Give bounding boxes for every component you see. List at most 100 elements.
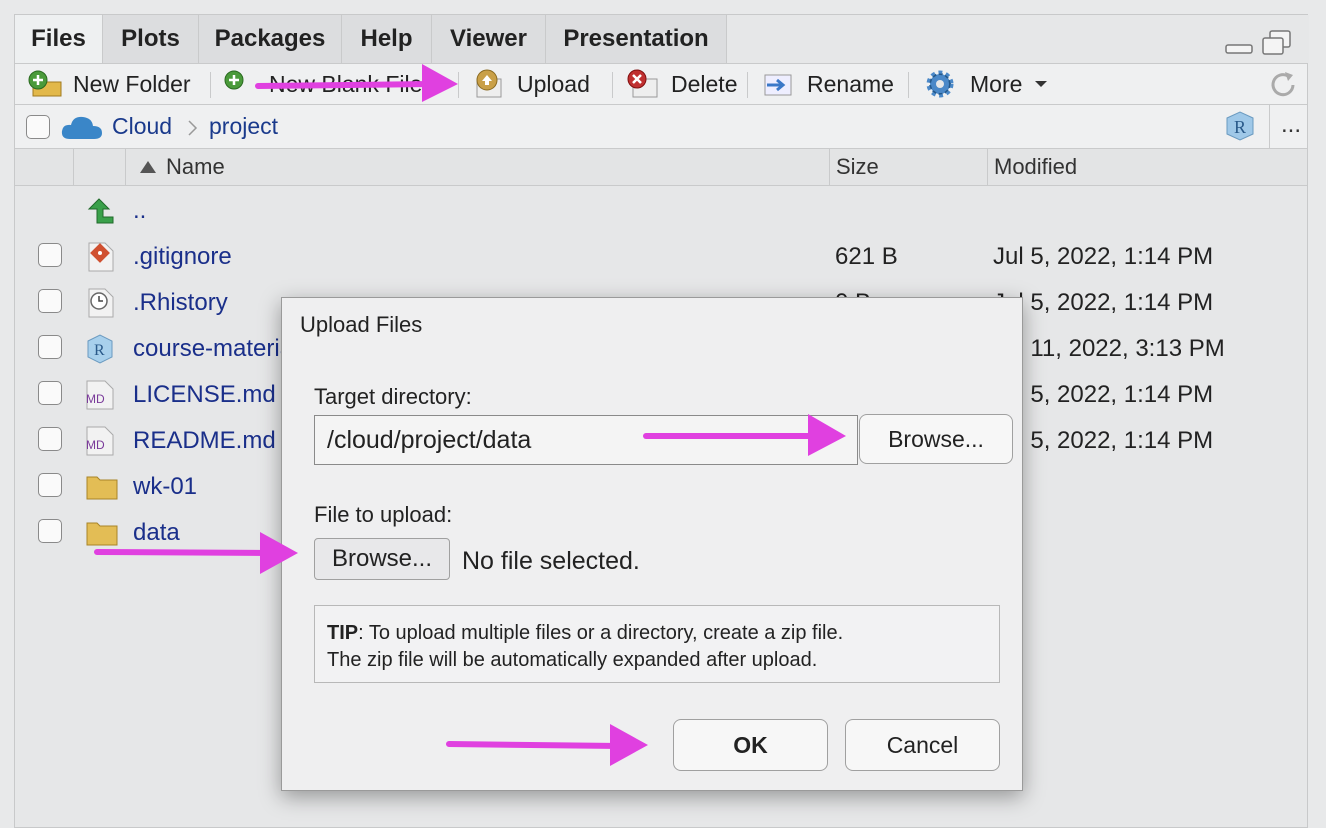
tab-presentation[interactable]: Presentation (546, 15, 727, 63)
tab-bar: Files Plots Packages Help Viewer Present… (15, 15, 1309, 63)
size-column-header[interactable]: Size (829, 149, 987, 185)
file-modified: Jul 11, 2022, 3:13 PM (993, 335, 1225, 362)
row-checkbox[interactable] (38, 243, 62, 267)
file-modified: Jul 5, 2022, 1:14 PM (993, 427, 1214, 454)
new-blank-file-label: New Blank File (269, 70, 423, 97)
minimize-icon[interactable] (1225, 43, 1255, 55)
upload-files-dialog: Upload Files Target directory: /cloud/pr… (281, 297, 1023, 791)
toolbar-separator (747, 72, 748, 98)
delete-button[interactable]: Delete (625, 64, 737, 104)
svg-text:R: R (1234, 117, 1246, 137)
toolbar-separator (458, 72, 459, 98)
icon-column-header (73, 149, 125, 185)
more-label: More (970, 70, 1023, 97)
target-browse-button[interactable]: Browse... (859, 414, 1013, 464)
row-checkbox[interactable] (38, 381, 62, 405)
folder-icon (86, 476, 118, 500)
breadcrumb-project[interactable]: project (209, 113, 278, 140)
select-all-checkbox[interactable] (26, 115, 50, 139)
row-checkbox[interactable] (38, 519, 62, 543)
breadcrumb-cloud[interactable]: Cloud (112, 113, 172, 140)
modified-column-header[interactable]: Modified (987, 149, 1309, 185)
file-list-header: Name Size Modified (15, 149, 1307, 186)
tab-help[interactable]: Help (342, 15, 432, 63)
tab-viewer[interactable]: Viewer (432, 15, 546, 63)
tip-text: : To upload multiple files or a director… (358, 622, 844, 644)
breadcrumb: Cloud project R ... (15, 105, 1307, 149)
list-item[interactable]: .. (15, 189, 1307, 235)
rename-icon (764, 74, 792, 96)
toolbar-separator (612, 72, 613, 98)
tab-plots[interactable]: Plots (103, 15, 199, 63)
rproject-icon[interactable]: R (1223, 110, 1257, 142)
svg-text:R: R (94, 342, 105, 359)
delete-label: Delete (671, 70, 738, 97)
rename-label: Rename (807, 70, 894, 97)
file-name[interactable]: LICENSE.md (133, 381, 276, 409)
toolbar-separator (210, 72, 211, 98)
row-checkbox[interactable] (38, 335, 62, 359)
tip-box: TIP: To upload multiple files or a direc… (314, 605, 1000, 683)
file-name[interactable]: .gitignore (133, 243, 232, 271)
breadcrumb-overflow[interactable]: ... (1281, 111, 1301, 139)
svg-text:MD: MD (86, 438, 105, 452)
file-name[interactable]: .Rhistory (133, 289, 228, 317)
new-folder-label: New Folder (73, 70, 191, 97)
delete-icon (627, 69, 658, 98)
file-size: 621 B (835, 243, 898, 270)
tab-packages[interactable]: Packages (199, 15, 342, 63)
dialog-title: Upload Files (300, 312, 423, 337)
cloud-icon (61, 116, 102, 139)
upload-label: Upload (517, 70, 590, 97)
upload-button[interactable]: Upload (473, 64, 590, 104)
folder-icon (86, 522, 118, 546)
rproj-file-icon: R (87, 334, 113, 364)
more-button[interactable]: More (924, 64, 1060, 104)
up-arrow-icon (87, 198, 114, 224)
ok-button[interactable]: OK (673, 719, 828, 771)
chevron-down-icon (1035, 81, 1048, 87)
markdown-file-icon: MD (86, 380, 114, 410)
row-checkbox[interactable] (38, 289, 62, 313)
file-modified: Jul 5, 2022, 1:14 PM (993, 243, 1214, 270)
cancel-button[interactable]: Cancel (845, 719, 1000, 771)
files-toolbar: New Folder New Blank File Upload Delete … (15, 63, 1307, 105)
tip-text-2: The zip file will be automatically expan… (327, 649, 818, 671)
file-to-upload-label: File to upload: (314, 502, 453, 527)
target-directory-value: /cloud/project/data (327, 426, 532, 454)
tab-files[interactable]: Files (15, 15, 103, 63)
chevron-right-icon (188, 120, 198, 136)
chevron-down-icon (433, 81, 446, 87)
refresh-icon[interactable] (1267, 69, 1299, 101)
new-blank-file-button[interactable]: New Blank File (223, 64, 458, 104)
file-name[interactable]: wk-01 (133, 473, 197, 501)
tip-heading: TIP (327, 622, 359, 644)
new-folder-icon (28, 70, 62, 97)
maximize-icon[interactable] (1261, 29, 1295, 57)
git-file-icon (88, 242, 114, 272)
file-browse-button[interactable]: Browse... (314, 538, 450, 580)
upload-icon (476, 69, 502, 98)
name-column-header[interactable]: Name (125, 149, 829, 185)
no-file-selected-text: No file selected. (462, 547, 640, 575)
sort-ascending-icon (140, 161, 156, 173)
rename-button[interactable]: Rename (761, 64, 894, 104)
row-checkbox[interactable] (38, 427, 62, 451)
file-modified: Jul 5, 2022, 1:14 PM (993, 289, 1214, 316)
new-file-icon (224, 70, 244, 90)
history-file-icon (88, 288, 114, 318)
file-name[interactable]: .. (133, 197, 146, 225)
svg-text:MD: MD (86, 392, 105, 406)
table-row[interactable]: .gitignore 621 B Jul 5, 2022, 1:14 PM (15, 235, 1307, 281)
target-directory-label: Target directory: (314, 384, 472, 409)
file-modified: Jul 5, 2022, 1:14 PM (993, 381, 1214, 408)
file-name[interactable]: README.md (133, 427, 276, 455)
size-column-label: Size (836, 154, 879, 179)
toolbar-separator (908, 72, 909, 98)
markdown-file-icon: MD (86, 426, 114, 456)
new-folder-button[interactable]: New Folder (27, 64, 191, 104)
target-directory-field[interactable]: /cloud/project/data (314, 415, 858, 465)
file-name[interactable]: data (133, 519, 180, 547)
gear-icon (926, 70, 954, 98)
row-checkbox[interactable] (38, 473, 62, 497)
